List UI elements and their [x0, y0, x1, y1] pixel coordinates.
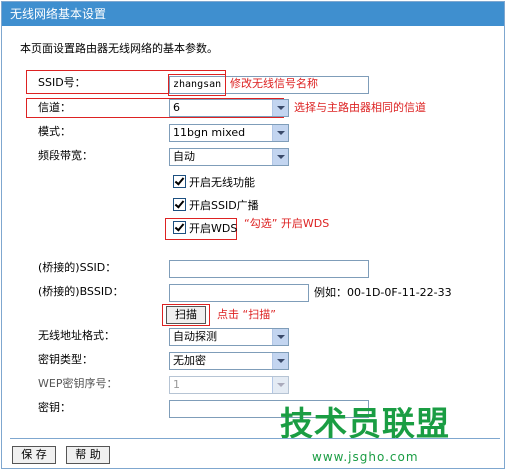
watermark-brand: 技术员联盟 — [280, 404, 450, 443]
enable-ssid-broadcast-checkbox[interactable]: 开启SSID广播 — [173, 198, 259, 214]
intro-text: 本页面设置路由器无线网络的基本参数。 — [20, 42, 218, 55]
channel-value: 6 — [173, 101, 180, 114]
key-type-select[interactable]: 无加密 — [169, 352, 289, 370]
settings-panel: 无线网络基本设置 本页面设置路由器无线网络的基本参数。 SSID号： zhang… — [1, 1, 505, 469]
enable-ssid-broadcast-label: 开启SSID广播 — [189, 199, 259, 212]
mode-value: 11bgn mixed — [173, 126, 246, 139]
scan-button[interactable]: 扫描 — [166, 306, 206, 324]
wep-index-label: WEP密钥序号： — [38, 377, 118, 390]
checkbox-checked-icon[interactable] — [173, 221, 186, 234]
addr-format-select[interactable]: 自动探测 — [169, 328, 289, 346]
key-type-label: 密钥类型： — [38, 353, 93, 366]
wep-index-value: 1 — [173, 378, 180, 391]
mode-select[interactable]: 11bgn mixed — [169, 124, 289, 142]
enable-wds-label: 开启WDS — [189, 222, 238, 235]
chevron-down-icon[interactable] — [272, 149, 288, 165]
mode-label: 模式： — [38, 125, 71, 138]
enable-wireless-checkbox[interactable]: 开启无线功能 — [173, 175, 255, 191]
enable-wds-checkbox[interactable]: 开启WDS — [173, 221, 237, 237]
bridge-ssid-label: (桥接的)SSID： — [38, 261, 117, 274]
wep-index-select[interactable]: 1 — [169, 376, 289, 394]
wds-annotation: “勾选” 开启WDS — [244, 217, 330, 230]
help-button[interactable]: 帮 助 — [66, 446, 110, 464]
enable-wireless-label: 开启无线功能 — [189, 176, 255, 189]
key-type-value: 无加密 — [173, 354, 206, 367]
addr-format-value: 自动探测 — [173, 330, 217, 343]
chevron-down-icon[interactable] — [272, 100, 288, 116]
checkbox-checked-icon[interactable] — [173, 175, 186, 188]
watermark-url: www.jsgho.com — [312, 450, 419, 464]
bandwidth-value: 自动 — [173, 150, 195, 163]
bridge-ssid-input[interactable] — [169, 260, 369, 278]
bssid-example: 例如：00-1D-0F-11-22-33 — [314, 286, 452, 299]
ssid-value-highlight — [168, 74, 226, 96]
bandwidth-select[interactable]: 自动 — [169, 148, 289, 166]
ssid-label: SSID号： — [38, 76, 86, 89]
key-label: 密钥： — [38, 401, 71, 414]
ssid-annotation: 修改无线信号名称 — [230, 77, 318, 90]
addr-format-label: 无线地址格式： — [38, 329, 115, 342]
channel-label: 信道： — [38, 101, 71, 114]
bandwidth-label: 频段带宽： — [38, 149, 93, 162]
footer-divider — [10, 438, 500, 439]
panel-title: 无线网络基本设置 — [2, 2, 504, 26]
scan-annotation: 点击 “扫描” — [217, 308, 276, 321]
chevron-down-icon[interactable] — [272, 329, 288, 345]
bridge-bssid-input[interactable] — [169, 284, 309, 302]
bridge-bssid-label: (桥接的)BSSID： — [38, 285, 124, 298]
chevron-down-icon[interactable] — [272, 353, 288, 369]
channel-select[interactable]: 6 — [169, 99, 289, 117]
checkbox-checked-icon[interactable] — [173, 198, 186, 211]
chevron-down-icon[interactable] — [272, 125, 288, 141]
save-button[interactable]: 保 存 — [12, 446, 56, 464]
channel-annotation: 选择与主路由器相同的信道 — [294, 101, 426, 114]
chevron-down-icon — [272, 377, 288, 393]
